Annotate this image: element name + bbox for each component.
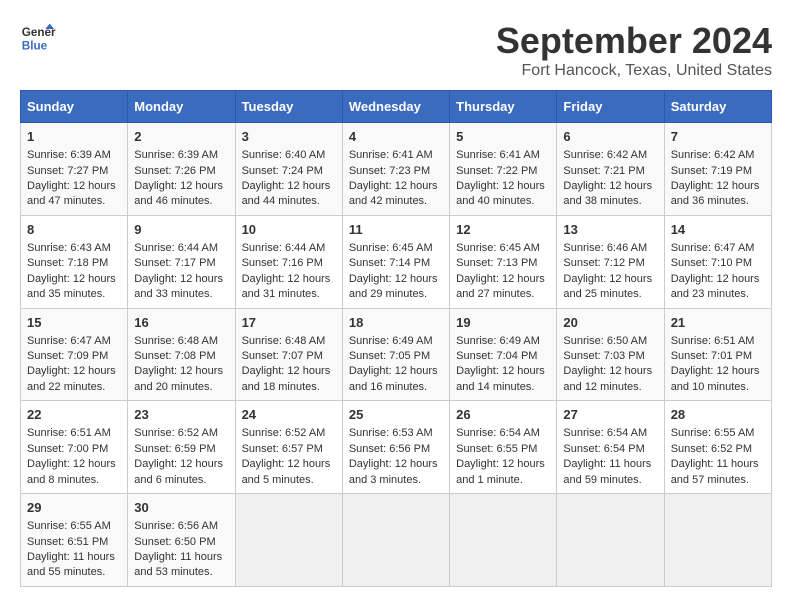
calendar-table: SundayMondayTuesdayWednesdayThursdayFrid… [20,90,772,587]
logo: General Blue [20,20,56,56]
title-area: September 2024 Fort Hancock, Texas, Unit… [496,20,772,80]
table-row: 9Sunrise: 6:44 AMSunset: 7:17 PMDaylight… [128,215,235,308]
table-row: 23Sunrise: 6:52 AMSunset: 6:59 PMDayligh… [128,401,235,494]
table-row: 21Sunrise: 6:51 AMSunset: 7:01 PMDayligh… [664,308,771,401]
table-row: 26Sunrise: 6:54 AMSunset: 6:55 PMDayligh… [450,401,557,494]
table-row: 18Sunrise: 6:49 AMSunset: 7:05 PMDayligh… [342,308,449,401]
header-day-thursday: Thursday [450,91,557,123]
table-row: 3Sunrise: 6:40 AMSunset: 7:24 PMDaylight… [235,123,342,216]
header-day-wednesday: Wednesday [342,91,449,123]
page-header: General Blue September 2024 Fort Hancock… [20,20,772,80]
table-row: 25Sunrise: 6:53 AMSunset: 6:56 PMDayligh… [342,401,449,494]
table-row: 16Sunrise: 6:48 AMSunset: 7:08 PMDayligh… [128,308,235,401]
table-row [664,494,771,587]
table-row [557,494,664,587]
table-row: 14Sunrise: 6:47 AMSunset: 7:10 PMDayligh… [664,215,771,308]
calendar-week-1: 1Sunrise: 6:39 AMSunset: 7:27 PMDaylight… [21,123,772,216]
calendar-week-2: 8Sunrise: 6:43 AMSunset: 7:18 PMDaylight… [21,215,772,308]
table-row: 7Sunrise: 6:42 AMSunset: 7:19 PMDaylight… [664,123,771,216]
table-row: 27Sunrise: 6:54 AMSunset: 6:54 PMDayligh… [557,401,664,494]
header-day-sunday: Sunday [21,91,128,123]
table-row: 8Sunrise: 6:43 AMSunset: 7:18 PMDaylight… [21,215,128,308]
table-row: 10Sunrise: 6:44 AMSunset: 7:16 PMDayligh… [235,215,342,308]
table-row: 13Sunrise: 6:46 AMSunset: 7:12 PMDayligh… [557,215,664,308]
calendar-week-4: 22Sunrise: 6:51 AMSunset: 7:00 PMDayligh… [21,401,772,494]
header-day-tuesday: Tuesday [235,91,342,123]
svg-text:Blue: Blue [22,40,48,53]
table-row: 19Sunrise: 6:49 AMSunset: 7:04 PMDayligh… [450,308,557,401]
table-row: 2Sunrise: 6:39 AMSunset: 7:26 PMDaylight… [128,123,235,216]
table-row [450,494,557,587]
logo-icon: General Blue [20,20,56,56]
table-row: 1Sunrise: 6:39 AMSunset: 7:27 PMDaylight… [21,123,128,216]
calendar-week-5: 29Sunrise: 6:55 AMSunset: 6:51 PMDayligh… [21,494,772,587]
table-row: 5Sunrise: 6:41 AMSunset: 7:22 PMDaylight… [450,123,557,216]
location-title: Fort Hancock, Texas, United States [496,62,772,80]
table-row: 15Sunrise: 6:47 AMSunset: 7:09 PMDayligh… [21,308,128,401]
table-row: 22Sunrise: 6:51 AMSunset: 7:00 PMDayligh… [21,401,128,494]
header-day-friday: Friday [557,91,664,123]
table-row: 30Sunrise: 6:56 AMSunset: 6:50 PMDayligh… [128,494,235,587]
table-row: 20Sunrise: 6:50 AMSunset: 7:03 PMDayligh… [557,308,664,401]
table-row: 24Sunrise: 6:52 AMSunset: 6:57 PMDayligh… [235,401,342,494]
header-day-monday: Monday [128,91,235,123]
table-row: 11Sunrise: 6:45 AMSunset: 7:14 PMDayligh… [342,215,449,308]
month-title: September 2024 [496,20,772,62]
table-row [235,494,342,587]
table-row: 12Sunrise: 6:45 AMSunset: 7:13 PMDayligh… [450,215,557,308]
table-row: 6Sunrise: 6:42 AMSunset: 7:21 PMDaylight… [557,123,664,216]
table-row: 17Sunrise: 6:48 AMSunset: 7:07 PMDayligh… [235,308,342,401]
calendar-week-3: 15Sunrise: 6:47 AMSunset: 7:09 PMDayligh… [21,308,772,401]
header-day-saturday: Saturday [664,91,771,123]
table-row [342,494,449,587]
header-row: SundayMondayTuesdayWednesdayThursdayFrid… [21,91,772,123]
table-row: 4Sunrise: 6:41 AMSunset: 7:23 PMDaylight… [342,123,449,216]
table-row: 28Sunrise: 6:55 AMSunset: 6:52 PMDayligh… [664,401,771,494]
table-row: 29Sunrise: 6:55 AMSunset: 6:51 PMDayligh… [21,494,128,587]
